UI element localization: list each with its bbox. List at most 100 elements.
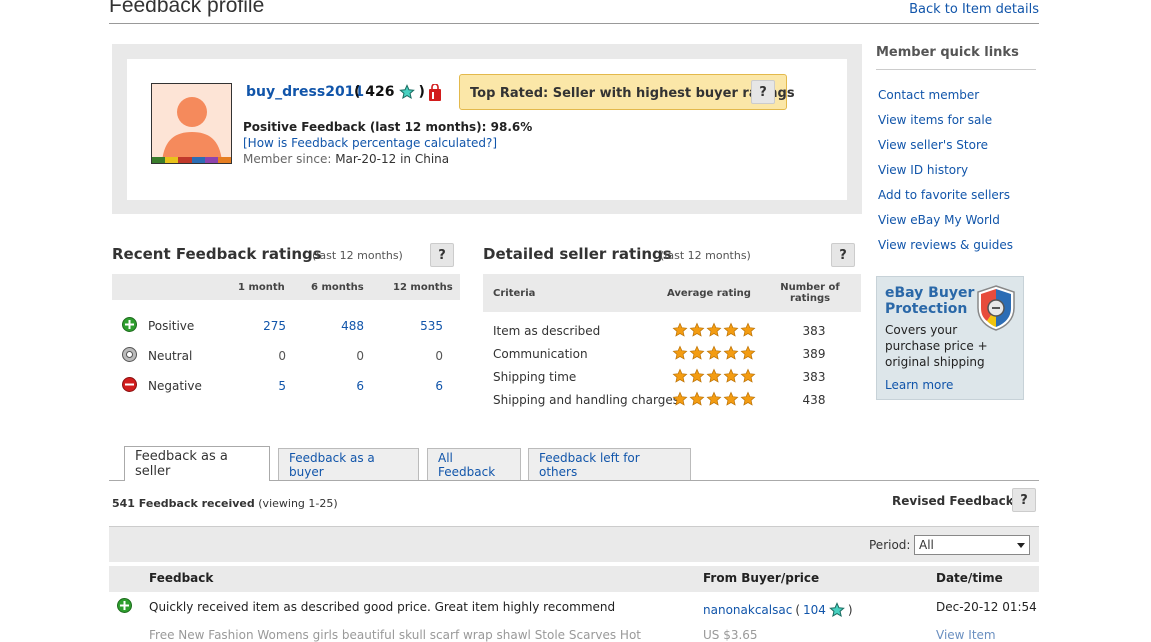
positive-icon — [122, 317, 137, 332]
period-label: Period: — [869, 538, 911, 552]
detailed-seller-ratings-help-button[interactable]: ? — [831, 243, 855, 267]
star-icon — [706, 391, 722, 406]
dsr-count: 383 — [802, 370, 826, 384]
dsr-criteria: Shipping time — [493, 370, 577, 384]
detailed-seller-ratings-subtitle: (last 12 months) — [660, 249, 751, 262]
positive-6-months[interactable]: 488 — [324, 319, 364, 333]
star-icon — [723, 345, 739, 360]
member-since-value: Mar-20-12 in China — [335, 152, 450, 166]
recent-feedback-subtitle: (last 12 months) — [312, 249, 403, 262]
column-number-of-ratings-line2: ratings — [789, 293, 831, 304]
view-sellers-store-link[interactable]: View seller's Store — [878, 138, 988, 152]
feedback-list-header — [109, 566, 1039, 592]
turquoise-star-icon — [398, 84, 415, 100]
positive-1-month[interactable]: 275 — [246, 319, 286, 333]
dsr-stars — [672, 322, 756, 338]
chevron-down-icon — [1017, 542, 1025, 548]
period-select[interactable]: All — [914, 535, 1030, 555]
neutral-dot-icon — [126, 351, 133, 358]
column-number-of-ratings-line1: Number of — [780, 282, 840, 293]
buyer-score-link[interactable]: 104 — [803, 603, 826, 617]
column-from-buyer-price: From Buyer/price — [703, 571, 820, 585]
feedback-viewing-range: (viewing 1-25) — [258, 497, 338, 510]
tab-feedback-left-for-others[interactable]: Feedback left for others — [528, 448, 691, 480]
view-reviews-guides-link[interactable]: View reviews & guides — [878, 238, 1013, 252]
dsr-stars — [672, 368, 756, 384]
top-rated-help-button[interactable]: ? — [751, 80, 775, 104]
contact-member-link[interactable]: Contact member — [878, 88, 979, 102]
star-icon — [723, 368, 739, 383]
quick-links-divider — [876, 69, 1036, 70]
header-divider — [109, 23, 1039, 24]
star-icon — [672, 368, 688, 383]
negative-12-months[interactable]: 6 — [403, 379, 443, 393]
negative-label: Negative — [148, 379, 202, 393]
top-rated-text: Top Rated: Seller with highest buyer rat… — [470, 86, 795, 101]
item-price: US $3.65 — [703, 628, 758, 642]
revised-feedback-count: Revised Feedback: 0 — [892, 494, 1032, 508]
neutral-1-month: 0 — [278, 349, 286, 363]
dsr-count: 383 — [802, 324, 826, 338]
star-icon — [723, 322, 739, 337]
star-icon — [689, 345, 705, 360]
feedback-received-count: 541 Feedback received (viewing 1-25) — [112, 497, 338, 510]
tab-feedback-as-buyer[interactable]: Feedback as a buyer — [278, 448, 419, 480]
buyer-score-close: ) — [847, 603, 853, 617]
star-icon — [740, 391, 756, 406]
dsr-count: 389 — [802, 347, 826, 361]
negative-1-month[interactable]: 5 — [246, 379, 286, 393]
buyer-username-link[interactable]: nanonakcalsac — [703, 603, 792, 617]
star-icon — [740, 368, 756, 383]
dsr-criteria: Item as described — [493, 324, 601, 338]
star-icon — [672, 391, 688, 406]
view-items-for-sale-link[interactable]: View items for sale — [878, 113, 992, 127]
back-to-item-details-link[interactable]: Back to Item details — [909, 2, 1039, 17]
star-icon — [723, 391, 739, 406]
add-to-favorite-sellers-link[interactable]: Add to favorite sellers — [878, 188, 1010, 202]
star-icon — [740, 345, 756, 360]
dsr-criteria: Shipping and handling charges — [493, 393, 679, 407]
column-number-of-ratings: Number of ratings — [780, 282, 840, 304]
neutral-icon — [122, 347, 137, 362]
view-id-history-link[interactable]: View ID history — [878, 163, 968, 177]
negative-6-months[interactable]: 6 — [324, 379, 364, 393]
column-12-months: 12 months — [393, 282, 453, 293]
member-since-label: Member since: — [243, 152, 336, 166]
tab-feedback-as-seller[interactable]: Feedback as a seller — [124, 446, 270, 481]
column-average-rating: Average rating — [667, 288, 751, 299]
view-item-link[interactable]: View Item — [936, 628, 996, 642]
positive-label: Positive — [148, 319, 195, 333]
star-icon — [689, 391, 705, 406]
feedback-date: Dec-20-12 01:54 — [936, 600, 1037, 614]
avatar-color-strip — [152, 157, 231, 163]
how-is-feedback-calculated-link[interactable]: [How is Feedback percentage calculated?] — [243, 136, 497, 150]
revised-feedback-help-button[interactable]: ? — [1012, 488, 1036, 512]
shopping-bag-icon[interactable] — [428, 84, 442, 102]
recent-feedback-help-button[interactable]: ? — [430, 243, 454, 267]
column-6-months: 6 months — [311, 282, 364, 293]
feedback-score[interactable]: ( 426 ) — [354, 84, 425, 100]
tab-all-feedback[interactable]: All Feedback — [427, 448, 521, 480]
recent-feedback-title: Recent Feedback ratings — [112, 245, 322, 263]
buyer-protection-learn-more-link[interactable]: Learn more — [885, 378, 953, 392]
view-ebay-my-world-link[interactable]: View eBay My World — [878, 213, 1000, 227]
member-quick-links-title: Member quick links — [876, 45, 1019, 60]
buyer-info: nanonakcalsac ( 104 ) — [703, 602, 853, 618]
period-select-value: All — [919, 538, 934, 552]
item-title: Free New Fashion Womens girls beautiful … — [149, 628, 642, 642]
feedback-score-close: ) — [418, 84, 425, 100]
dsr-count: 438 — [802, 393, 826, 407]
feedback-comment: Quickly received item as described good … — [149, 600, 616, 614]
star-icon — [689, 368, 705, 383]
dsr-stars — [672, 391, 756, 407]
avatar — [151, 83, 232, 164]
neutral-6-months: 0 — [356, 349, 364, 363]
column-feedback: Feedback — [149, 571, 214, 585]
dsr-stars — [672, 345, 756, 361]
buyer-protection-title: eBay Buyer Protection — [885, 285, 975, 317]
username-link[interactable]: buy_dress2011 — [246, 84, 364, 100]
positive-12-months[interactable]: 535 — [403, 319, 443, 333]
star-icon — [689, 322, 705, 337]
star-icon — [672, 345, 688, 360]
star-icon — [706, 322, 722, 337]
